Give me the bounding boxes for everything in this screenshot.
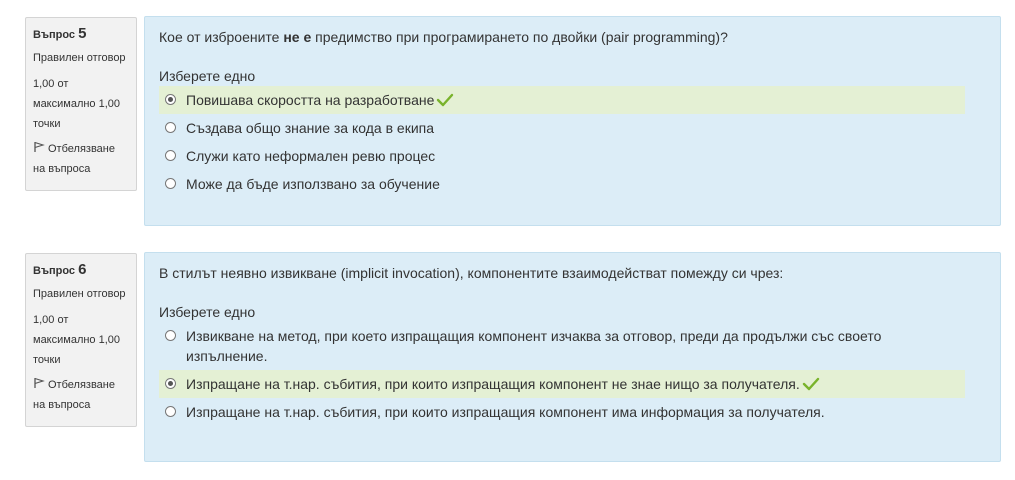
question-grade: 1,00 от максимално 1,00 точки	[33, 310, 129, 370]
question-info: Въпрос 5 Правилен отговор 1,00 от максим…	[25, 17, 137, 191]
radio-button[interactable]	[165, 330, 176, 341]
answer-options: Извикване на метод, при което изпращащия…	[159, 322, 986, 426]
question-text-part: Кое от изброените	[159, 29, 284, 45]
question-number-value: 6	[78, 261, 87, 278]
question-state: Правилен отговор	[33, 288, 126, 300]
answer-option[interactable]: Повишава скоростта на разработване	[159, 86, 965, 114]
answer-option[interactable]: Изпращане на т.нар. събития, при които и…	[159, 398, 965, 426]
grade-line: 1,00 от	[33, 78, 69, 90]
question-label: Въпрос	[33, 265, 76, 277]
grade-line: точки	[33, 118, 61, 130]
question-number: Въпрос 6	[33, 260, 129, 281]
flag-icon[interactable]	[33, 141, 45, 153]
option-label[interactable]: Изпращане на т.нар. събития, при които и…	[186, 376, 800, 392]
question-content: Кое от изброените не е предимство при пр…	[144, 16, 1001, 226]
option-label[interactable]: Повишава скоростта на разработване	[186, 92, 434, 108]
question-number: Въпрос 5	[33, 24, 129, 45]
answer-options: Повишава скоростта на разработване Създа…	[159, 86, 986, 198]
answer-option[interactable]: Извикване на метод, при което изпращащия…	[159, 322, 929, 370]
answer-option[interactable]: Служи като неформален ревю процес	[159, 142, 959, 170]
flag-label[interactable]: на въпроса	[33, 399, 90, 411]
radio-button[interactable]	[165, 178, 176, 189]
answer-option[interactable]: Създава общо знание за кода в екипа	[159, 114, 959, 142]
option-label[interactable]: Служи като неформален ревю процес	[186, 146, 435, 166]
radio-button[interactable]	[165, 406, 176, 417]
flag-label[interactable]: Отбелязване	[48, 143, 115, 155]
question-grade: 1,00 от максимално 1,00 точки	[33, 74, 129, 134]
correct-check-icon	[802, 377, 819, 391]
option-label[interactable]: Може да бъде използвано за обучение	[186, 174, 440, 194]
grade-line: максимално 1,00	[33, 334, 121, 346]
answer-prompt: Изберете едно	[159, 304, 256, 320]
flag-icon[interactable]	[33, 377, 45, 389]
radio-button[interactable]	[165, 378, 176, 389]
radio-button[interactable]	[165, 150, 176, 161]
question-text: Кое от изброените не е предимство при пр…	[159, 27, 986, 47]
flag-question-link[interactable]: Отбелязване на въпроса	[33, 375, 129, 415]
answer-option[interactable]: Изпращане на т.нар. събития, при които и…	[159, 370, 965, 398]
radio-button[interactable]	[165, 122, 176, 133]
flag-question-link[interactable]: Отбелязване на въпроса	[33, 139, 129, 179]
option-label[interactable]: Извикване на метод, при което изпращащия…	[186, 326, 929, 366]
question-label: Въпрос	[33, 29, 76, 41]
question-text: В стилът неявно извикване (implicit invo…	[159, 265, 784, 281]
grade-line: максимално 1,00	[33, 98, 121, 110]
answer-prompt: Изберете едно	[159, 68, 256, 84]
question-number-value: 5	[78, 25, 87, 42]
flag-label[interactable]: на въпроса	[33, 163, 90, 175]
question-text-bold: не е	[283, 29, 312, 45]
option-label[interactable]: Създава общо знание за кода в екипа	[186, 118, 434, 138]
question-text-part: предимство при програмирането по двойки …	[311, 29, 728, 45]
flag-label[interactable]: Отбелязване	[48, 379, 115, 391]
radio-button[interactable]	[165, 94, 176, 105]
question-content: В стилът неявно извикване (implicit invo…	[144, 252, 1001, 462]
answer-option[interactable]: Може да бъде използвано за обучение	[159, 170, 959, 198]
correct-check-icon	[437, 93, 454, 107]
question-info: Въпрос 6 Правилен отговор 1,00 от максим…	[25, 253, 137, 427]
question-state: Правилен отговор	[33, 52, 126, 64]
option-label[interactable]: Изпращане на т.нар. събития, при които и…	[186, 402, 825, 422]
grade-line: 1,00 от	[33, 314, 69, 326]
grade-line: точки	[33, 354, 61, 366]
